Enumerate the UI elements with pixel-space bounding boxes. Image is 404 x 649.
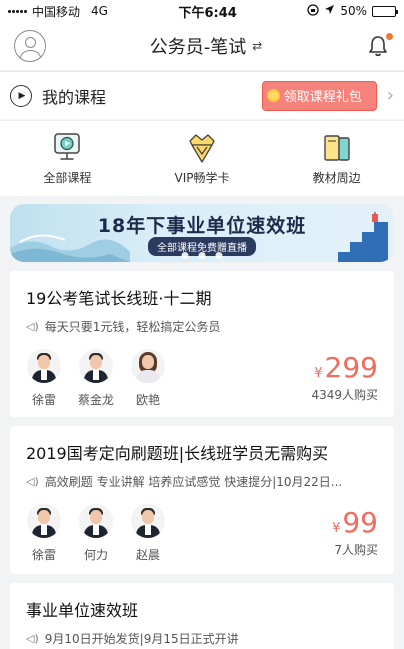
price-value: 299	[324, 351, 378, 384]
teacher-avatar	[131, 504, 165, 538]
teacher-name: 赵晨	[135, 548, 160, 562]
claim-gift-button[interactable]: 领取课程礼包	[261, 80, 377, 111]
teacher-avatar	[27, 349, 61, 383]
nav-all-courses-label: 全部课程	[43, 171, 92, 185]
banner-title: 18年下事业单位速效班	[97, 215, 307, 237]
course-card[interactable]: 2019国考定向刷题班|长线班学员无需购买 ◁) 高效刷题 专业讲解 培养应试感…	[10, 426, 394, 574]
speaker-icon: ◁)	[26, 632, 39, 645]
page-title: 公务员-笔试	[149, 37, 247, 58]
play-icon: ▶	[10, 84, 32, 107]
course-desc: 高效刷题 专业讲解 培养应试感觉 快速提分|10月22日...	[44, 475, 343, 489]
claim-gift-label: 领取课程礼包	[283, 90, 362, 105]
nav-all-courses[interactable]: 全部课程	[12, 131, 122, 186]
course-price: ¥ 299	[314, 351, 378, 384]
teacher: 徐雷	[26, 504, 62, 563]
carrier-name: 中国移动	[32, 4, 81, 19]
teacher: 何力	[78, 504, 114, 563]
course-card[interactable]: 事业单位速效班 ◁) 9月10日开始发货|9月15日正式开讲	[10, 583, 394, 649]
signal-icon	[8, 9, 27, 13]
battery-percent: 50%	[340, 4, 367, 18]
play-video-icon	[54, 133, 81, 160]
nav-books[interactable]: 教材周边	[282, 131, 392, 186]
swap-icon: ⇄	[252, 39, 263, 53]
course-title: 19公考笔试长线班·十二期	[26, 289, 212, 308]
teacher: 蔡金龙	[78, 349, 114, 408]
teacher-avatar	[27, 504, 61, 538]
my-course-label: 我的课程	[42, 87, 107, 107]
notification-dot	[386, 33, 393, 40]
notification-button[interactable]	[366, 33, 393, 59]
teacher-avatar	[79, 349, 113, 383]
teacher-avatar	[79, 504, 113, 538]
carousel-dots	[181, 252, 223, 259]
course-title: 2019国考定向刷题班|长线班学员无需购买	[26, 444, 329, 463]
promo-banner[interactable]: 18年下事业单位速效班 全部课程免费赠直播	[10, 204, 394, 262]
my-course-row[interactable]: ▶ 我的课程 领取课程礼包 ›	[0, 71, 404, 119]
rotation-lock-icon	[307, 3, 319, 19]
vip-crown-icon	[189, 134, 215, 163]
battery-icon	[372, 5, 398, 17]
teacher: 欧艳	[130, 349, 166, 408]
course-price: ¥ 99	[332, 506, 378, 539]
buyer-count: 4349人购买	[311, 388, 378, 402]
nav-books-label: 教材周边	[312, 171, 361, 185]
coin-icon	[268, 91, 278, 100]
buyer-count: 7人购买	[334, 543, 378, 557]
course-card[interactable]: 19公考笔试长线班·十二期 ◁) 每天只要1元钱，轻松搞定公务员 徐雷 蔡金龙 …	[10, 271, 394, 417]
teacher-name: 欧艳	[135, 393, 160, 407]
status-bar: 中国移动 4G 下午6:44 50%	[0, 0, 404, 22]
currency-symbol: ¥	[314, 366, 323, 381]
app-header: 公务员-笔试 ⇄	[0, 22, 404, 70]
teacher: 赵晨	[130, 504, 166, 563]
currency-symbol: ¥	[332, 521, 341, 536]
exam-category-switcher[interactable]: 公务员-笔试 ⇄	[150, 33, 263, 59]
user-avatar-icon[interactable]	[14, 30, 46, 62]
chevron-right-icon[interactable]: ›	[387, 85, 394, 106]
teacher-name: 何力	[83, 548, 108, 562]
nav-vip-card[interactable]: VIP畅学卡	[147, 131, 257, 186]
course-title: 事业单位速效班	[26, 601, 139, 620]
location-icon	[324, 4, 335, 18]
speaker-icon: ◁)	[26, 320, 39, 333]
teacher-name: 徐雷	[31, 393, 56, 407]
course-desc: 9月10日开始发货|9月15日正式开讲	[44, 632, 239, 646]
nav-vip-card-label: VIP畅学卡	[174, 171, 230, 185]
quick-nav: 全部课程 VIP畅学卡 教材周边	[0, 120, 404, 196]
teacher-list: 徐雷 何力 赵晨	[26, 504, 378, 563]
course-desc: 每天只要1元钱，轻松搞定公务员	[44, 320, 221, 334]
speaker-icon: ◁)	[26, 475, 39, 488]
network-type: 4G	[91, 4, 108, 18]
teacher: 徐雷	[26, 349, 62, 408]
teacher-name: 蔡金龙	[78, 393, 115, 407]
teacher-avatar	[131, 349, 165, 383]
bell-icon	[369, 36, 387, 57]
books-icon	[323, 135, 350, 161]
price-value: 99	[342, 506, 378, 539]
teacher-name: 徐雷	[31, 548, 56, 562]
clock: 下午6:44	[178, 5, 237, 21]
